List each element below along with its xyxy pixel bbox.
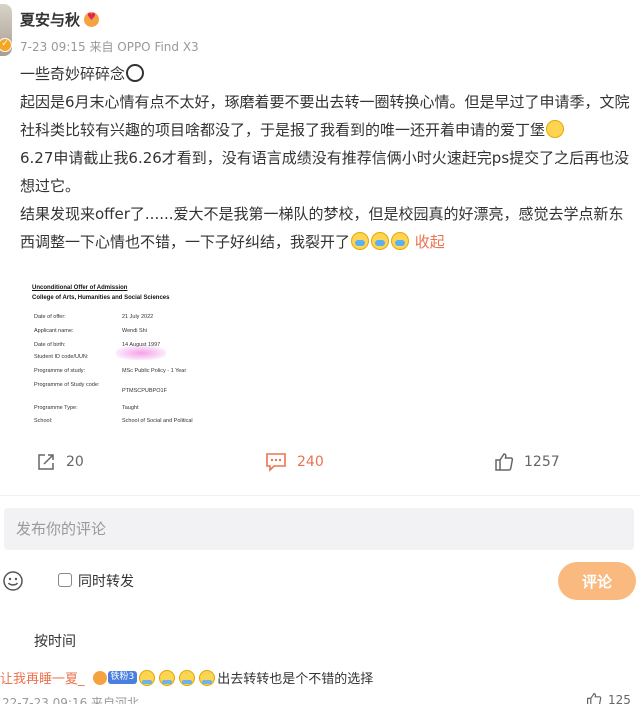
comment-text: 出去转转也是个不错的选择 [217, 672, 374, 687]
post-paragraph: 起因是6月末心情有点不太好，琢磨着要不要出去转一圈转换心情。但是早过了申请季，文… [20, 93, 630, 139]
comment-meta: 22-7-23 09:16 来自河北 [2, 696, 140, 704]
like-button[interactable]: 1257 [494, 452, 560, 472]
cry-emoji [199, 669, 216, 686]
comment-icon [266, 453, 286, 472]
repost-count: 20 [66, 454, 84, 470]
cry-emoji [391, 232, 410, 250]
comment-like-count: 125 [608, 693, 631, 704]
fan-heart-icon [84, 12, 100, 27]
post-author[interactable]: 夏安与秋 [20, 9, 100, 30]
post-paragraph: 结果发现来offer了......爱大不是我第一梯队的梦校，但是校园真的好漂亮，… [20, 205, 624, 251]
collapse-link[interactable]: 收起 [415, 233, 445, 251]
comment-item: 让我再睡一夏_ 铁粉3 出去转转也是个不错的选择 [0, 668, 373, 687]
fan-level-badge: 铁粉3 [107, 671, 138, 684]
offer-title: Unconditional Offer of Admission [32, 285, 128, 291]
comment-count: 240 [297, 454, 324, 470]
post-meta: 7-23 09:15 来自 OPPO Find X3 [20, 40, 199, 54]
comment-input[interactable] [4, 508, 634, 550]
thumbs-up-icon [495, 453, 514, 471]
sort-by-time[interactable]: 按时间 [34, 631, 76, 651]
action-bar: 20 240 1257 [0, 448, 640, 478]
cry-emoji [179, 669, 196, 686]
offer-college: College of Arts, Humanities and Social S… [32, 295, 170, 301]
author-name[interactable]: 夏安与秋 [20, 9, 80, 30]
repost-checkbox[interactable] [58, 573, 72, 587]
redaction-smudge [116, 346, 166, 360]
comment-button[interactable]: 240 [265, 452, 324, 472]
comment-author[interactable]: 让我再睡一夏_ [0, 668, 85, 687]
panda-emoji [126, 64, 145, 82]
cry-emoji [159, 669, 176, 686]
fan-heart-icon [92, 670, 107, 685]
repost-checkbox-label[interactable]: 同时转发 [78, 571, 134, 591]
smile-emoji [546, 120, 565, 138]
cry-emoji [351, 232, 370, 250]
offer-letter-image[interactable]: Unconditional Offer of Admission College… [26, 284, 226, 432]
like-count: 1257 [524, 454, 560, 470]
emoji-picker-icon[interactable] [2, 570, 24, 592]
cry-emoji [139, 669, 156, 686]
post-content: 一些奇妙碎碎念 起因是6月末心情有点不太好，琢磨着要不要出去转一圈转换心情。但是… [20, 60, 632, 256]
repost-icon [38, 454, 54, 470]
submit-comment-button[interactable]: 评论 [558, 562, 636, 600]
repost-button[interactable]: 20 [36, 452, 84, 472]
cry-emoji [371, 232, 390, 250]
post-paragraph: 6.27申请截止我6.26才看到，没有语言成绩没有推荐信俩小时火速赶完ps提交了… [20, 149, 630, 195]
comment-like-button[interactable]: 125 [586, 692, 631, 704]
post-paragraph: 一些奇妙碎碎念 [20, 60, 632, 88]
divider [0, 495, 640, 496]
thumbs-up-icon [587, 692, 602, 704]
